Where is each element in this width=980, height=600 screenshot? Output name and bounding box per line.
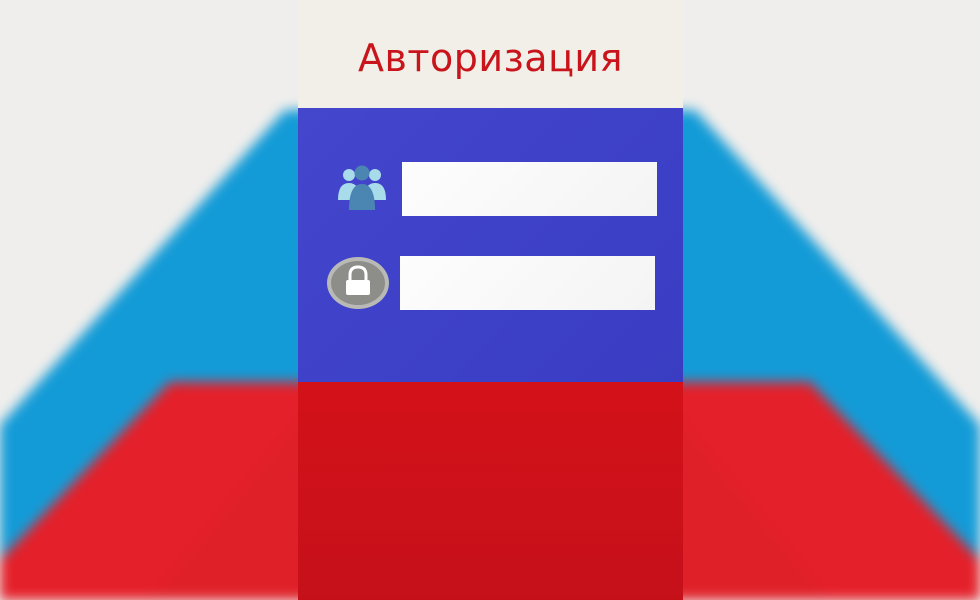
- users-icon: [334, 163, 390, 215]
- footer-area: [298, 382, 683, 600]
- password-input[interactable]: [400, 256, 655, 310]
- username-row: [334, 162, 657, 216]
- password-row: [326, 256, 655, 310]
- username-input[interactable]: [402, 162, 657, 216]
- page-title: Авторизация: [357, 36, 623, 80]
- form-area: [298, 108, 683, 382]
- login-panel: Авторизация: [298, 0, 683, 600]
- lock-icon: [326, 257, 390, 309]
- header: Авторизация: [298, 0, 683, 108]
- login-screen: Авторизация: [0, 0, 980, 600]
